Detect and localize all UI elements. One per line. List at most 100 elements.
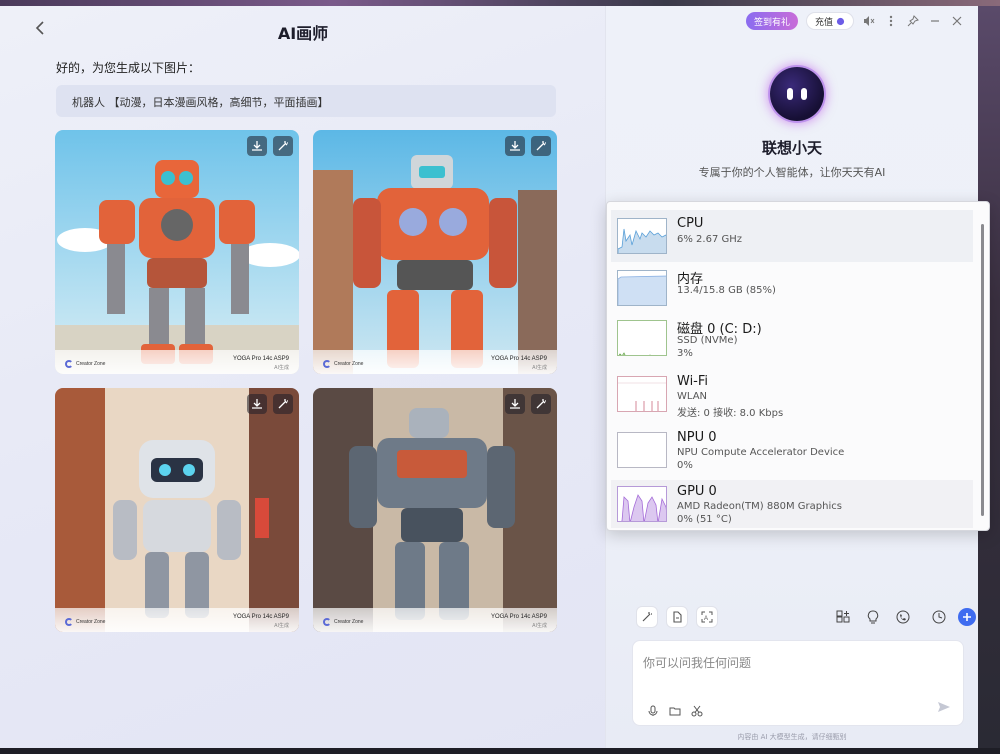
download-button[interactable] (505, 394, 525, 414)
watermark-note: AI生成 (274, 365, 289, 371)
sign-in-label: 签到有礼 (753, 17, 790, 28)
perf-item-gpu[interactable]: GPU 0 AMD Radeon(TM) 880M Graphics 0% (5… (611, 480, 973, 528)
watermark-strip: Creator Zone YOGA Pro 14c ASP9 AI生成 (313, 350, 557, 374)
more-vertical-icon (889, 15, 893, 27)
magic-wand-icon (278, 399, 288, 409)
history-button[interactable] (928, 606, 950, 628)
perf-item-name: NPU 0 (677, 430, 717, 445)
lightbulb-icon (867, 610, 879, 624)
ai-drawing-button[interactable] (636, 606, 658, 628)
cpu-sparkline (618, 228, 666, 253)
chat-input-box (632, 640, 964, 726)
recharge-label: 充值 (814, 17, 833, 28)
generated-image-2[interactable]: Creator Zone YOGA Pro 14c ASP9 AI生成 (313, 130, 557, 374)
speaker-muted-icon (864, 16, 875, 26)
send-button[interactable] (937, 698, 951, 717)
edit-button[interactable] (531, 394, 551, 414)
new-chat-button[interactable] (958, 608, 976, 626)
avatar-eye (787, 88, 793, 100)
close-button[interactable] (950, 14, 964, 28)
input-toolbar (647, 705, 703, 717)
brain-button[interactable] (862, 606, 884, 628)
robot-illustration (313, 130, 557, 374)
gpu-sparkline (621, 494, 666, 521)
sign-in-reward-button[interactable]: 签到有礼 (745, 12, 798, 30)
recharge-button[interactable]: 充值 (805, 12, 854, 30)
watermark-model: YOGA Pro 14c ASP9 (232, 614, 289, 620)
assistant-reply: 好的，为您生成以下图片： (56, 61, 201, 75)
perf-item-wifi[interactable]: Wi-Fi WLAN 发送: 0 接收: 8.0 Kbps (611, 370, 973, 426)
mute-button[interactable] (862, 14, 876, 28)
chat-panel: AI画师 好的，为您生成以下图片： 机器人 【动漫，日本漫画风格，高细节，平面插… (0, 6, 606, 748)
more-button[interactable] (884, 14, 898, 28)
perf-item-npu[interactable]: NPU 0 NPU Compute Accelerator Device 0% (611, 426, 973, 480)
close-icon (952, 16, 962, 26)
scissors-icon[interactable] (691, 705, 703, 717)
microphone-icon[interactable] (647, 705, 659, 717)
perf-item-name: GPU 0 (677, 484, 717, 499)
generated-image-4[interactable]: Creator Zone YOGA Pro 14c ASP9 AI生成 (313, 388, 557, 632)
download-button[interactable] (247, 136, 267, 156)
generated-image-3[interactable]: Creator Zone YOGA Pro 14c ASP9 AI生成 (55, 388, 299, 632)
edit-button[interactable] (273, 136, 293, 156)
assistant-tagline: 专属于你的个人智能体，让你天天有AI (698, 166, 886, 179)
download-icon (252, 399, 262, 409)
watermark-model: YOGA Pro 14c ASP9 (490, 614, 547, 620)
perf-item-usage: 0% (677, 460, 693, 471)
creator-zone-logo: Creator Zone (323, 618, 363, 626)
edit-button[interactable] (273, 394, 293, 414)
logo-icon (65, 360, 73, 368)
creator-zone-logo: Creator Zone (65, 360, 105, 368)
page-title: AI画师 (277, 24, 329, 43)
perf-item-disk[interactable]: 磁盘 0 (C: D:) SSD (NVMe) 3% (611, 314, 973, 370)
chat-input[interactable] (643, 653, 943, 673)
window-frame-bottom (0, 748, 1000, 754)
call-button[interactable] (892, 606, 914, 628)
translate-button[interactable]: A (696, 606, 718, 628)
minimize-icon (931, 20, 939, 22)
download-button[interactable] (247, 394, 267, 414)
download-icon (510, 399, 520, 409)
ai-disclaimer: 内容由 AI 大模型生成，请仔细甄别 (737, 733, 847, 741)
generated-image-1[interactable]: Creator Zone YOGA Pro 14c ASP9 AI生成 (55, 130, 299, 374)
prompt-text: 机器人 【动漫，日本漫画风格，高细节，平面插画】 (56, 85, 556, 117)
wifi-graph (617, 376, 667, 412)
perf-item-name: Wi-Fi (677, 374, 709, 389)
folder-icon[interactable] (669, 705, 681, 717)
perf-item-cpu[interactable]: CPU 6% 2.67 GHz (611, 210, 973, 262)
perf-item-detail: 13.4/15.8 GB (85%) (677, 285, 776, 296)
perf-item-usage: 发送: 0 接收: 8.0 Kbps (677, 408, 784, 419)
download-button[interactable] (505, 136, 525, 156)
translate-icon: A (701, 611, 713, 623)
watermark-brand: Creator Zone (334, 619, 364, 625)
send-icon (938, 702, 950, 712)
download-icon (510, 141, 520, 151)
perf-item-name: CPU (677, 216, 704, 231)
magic-wand-icon (642, 612, 652, 622)
avatar-eye (801, 88, 807, 100)
disk-graph (617, 320, 667, 356)
assistant-avatar (770, 67, 824, 121)
scrollbar[interactable] (981, 224, 984, 516)
apps-button[interactable] (832, 606, 854, 628)
perf-item-usage: 3% (677, 348, 693, 359)
phone-icon (896, 610, 910, 624)
wifi-sparkline (618, 382, 666, 411)
minimize-button[interactable] (928, 14, 942, 28)
plus-icon (963, 613, 971, 621)
watermark-strip: Creator Zone YOGA Pro 14c ASP9 AI生成 (55, 608, 299, 632)
perf-item-memory[interactable]: 内存 13.4/15.8 GB (85%) (611, 262, 973, 314)
title-bar: 签到有礼 充值 (745, 12, 964, 30)
logo-icon (65, 618, 73, 626)
logo-icon (323, 360, 331, 368)
apps-icon (836, 610, 850, 623)
pin-button[interactable] (906, 14, 920, 28)
document-button[interactable] (666, 606, 688, 628)
edit-button[interactable] (531, 136, 551, 156)
watermark-brand: Creator Zone (76, 361, 106, 367)
clock-icon (932, 610, 946, 624)
watermark-note: AI生成 (274, 623, 289, 629)
perf-item-detail: WLAN (677, 391, 708, 402)
magic-wand-icon (536, 399, 546, 409)
assistant-name: 联想小天 (761, 139, 822, 157)
